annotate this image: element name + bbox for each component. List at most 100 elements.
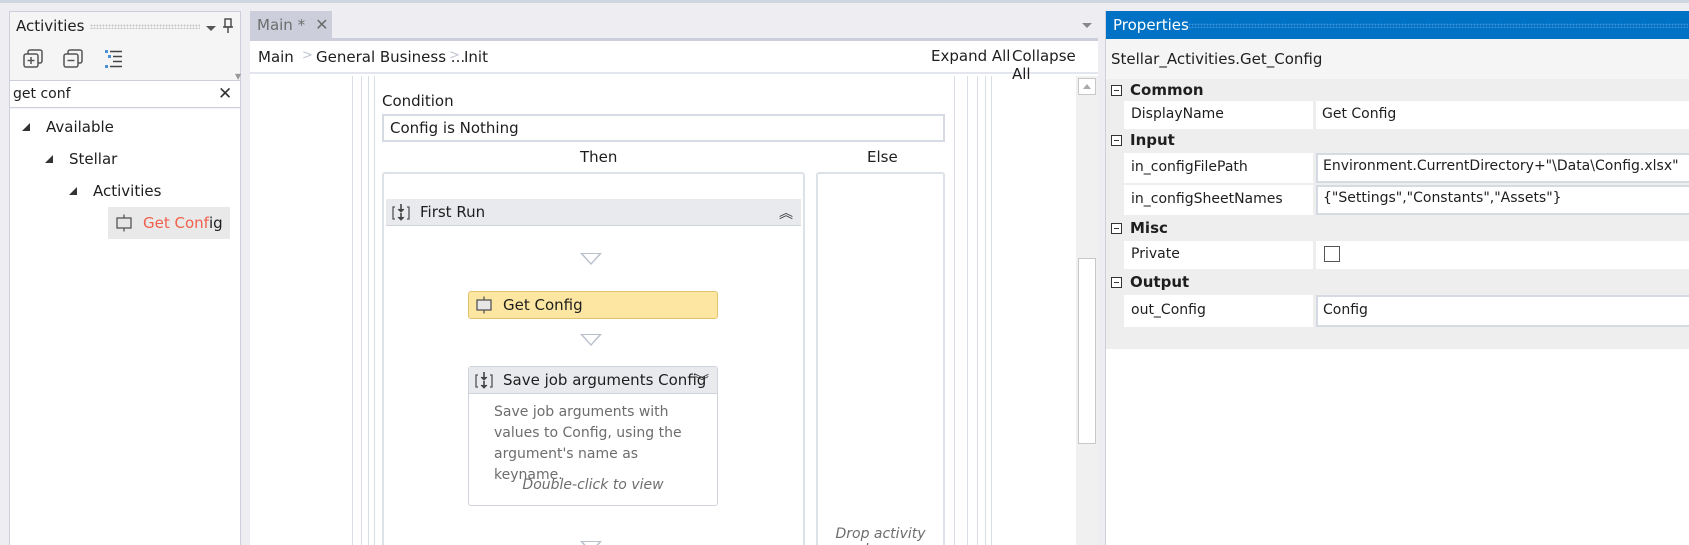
category-label: Common [1130,81,1204,99]
scroll-up-button[interactable] [1078,78,1096,95]
drop-target-icon[interactable] [580,334,602,346]
container-border-line [361,76,362,545]
else-label: Else [867,148,898,166]
category-misc: Misc [1106,217,1689,239]
property-row-in-configsheetnames: in_configSheetNames {"Settings","Constan… [1124,185,1689,215]
collapse-category-icon[interactable] [1111,222,1122,234]
selected-object-name: Stellar_Activities.Get_Config [1111,50,1323,68]
out-config-field[interactable]: Config [1316,295,1689,327]
expanded-triangle-icon[interactable] [45,155,53,163]
close-tab-icon[interactable]: ✕ [315,15,328,34]
expand-all-button[interactable]: Expand All [931,47,1010,65]
tree-node-label: Stellar [69,150,118,168]
displayname-field[interactable]: Get Config [1316,101,1689,129]
panel-drag-grip[interactable] [90,24,200,29]
container-border-line [368,76,369,545]
condition-input[interactable]: Config is Nothing [382,114,945,142]
panel-drag-grip[interactable] [1188,23,1688,28]
designer-canvas: Condition Config is Nothing Then Else Fi… [250,76,1076,545]
expanded-triangle-icon[interactable] [22,123,30,131]
tree-node-available[interactable]: Available [22,113,114,141]
tab-label: Main * [257,15,306,34]
expand-all-icon[interactable] [22,48,46,70]
workflow-designer: Main > General Business ... > Init Expan… [250,41,1098,545]
property-name: DisplayName [1131,106,1224,122]
properties-panel: Properties Stellar_Activities.Get_Config… [1105,11,1689,545]
category-label: Output [1130,273,1190,291]
double-click-hint: Double-click to view [522,477,664,493]
property-grid: Common DisplayName Get Config Input in_c… [1106,79,1689,349]
collapse-category-icon[interactable] [1111,134,1122,146]
tab-main[interactable]: Main * ✕ [250,11,332,38]
tree-node-label: Activities [93,182,162,200]
activities-tree: Available Stellar Activities Get Conf ig [10,109,240,545]
property-row-out-config: out_Config Config [1124,295,1689,327]
collapse-category-icon[interactable] [1111,276,1122,288]
breadcrumb-separator: > [449,48,460,63]
category-output: Output [1106,271,1689,293]
column-divider[interactable] [1313,241,1316,269]
properties-panel-header: Properties [1106,11,1689,39]
activities-panel-title: Activities [16,17,85,35]
container-border-line [991,76,992,545]
show-tree-icon[interactable] [102,48,126,70]
collapse-all-icon[interactable] [62,48,86,70]
drop-activity-hint: Drop activity here [835,526,926,545]
pin-icon[interactable] [223,18,233,34]
search-match-text: Get Conf [143,214,209,232]
activities-search-input[interactable] [10,81,200,107]
else-branch[interactable]: Drop activity here [816,172,945,545]
container-border-line [352,76,353,545]
property-row-private: Private [1124,241,1689,269]
expanded-triangle-icon[interactable] [69,187,77,195]
clear-search-icon[interactable]: ✕ [218,84,232,104]
scrollbar-thumb[interactable] [1078,258,1096,444]
expand-chevron-icon[interactable]: ︾ [695,371,709,391]
tree-node-activities[interactable]: Activities [69,177,161,205]
activity-get-config[interactable]: Get Config [468,291,718,319]
then-label: Then [580,148,618,166]
container-border-line [977,76,978,545]
properties-subject: Stellar_Activities.Get_Config [1106,39,1689,79]
tree-node-stellar[interactable]: Stellar [45,145,117,173]
in-configsheetnames-field[interactable]: {"Settings","Constants","Assets"} [1316,185,1689,215]
category-label: Misc [1130,219,1168,237]
property-name: in_configSheetNames [1131,191,1283,207]
panel-menu-dropdown-icon[interactable] [206,26,216,31]
drop-target-icon[interactable] [580,541,602,545]
search-rest-text: ig [208,214,223,232]
container-border-line [967,76,968,545]
window-top-border [0,0,1689,3]
activity-save-job-arguments[interactable]: Save job arguments Config ︾ Save job arg… [468,366,718,506]
private-checkbox[interactable] [1324,246,1340,262]
drop-target-icon[interactable] [580,253,602,265]
activity-title: Get Config [503,296,583,314]
properties-panel-title: Properties [1113,16,1189,34]
sequence-icon [392,204,410,221]
category-common: Common [1106,79,1689,101]
activity-icon [116,214,132,232]
tree-node-get-config[interactable]: Get Conf ig [108,207,230,239]
activities-search-box: ✕ [10,80,240,108]
save-job-description: Save job arguments with values to Config… [494,404,682,483]
tab-list-dropdown-icon[interactable] [1082,23,1092,28]
category-label: Input [1130,131,1175,149]
breadcrumb-init[interactable]: Init [464,48,488,66]
designer-vertical-scrollbar[interactable] [1076,76,1098,545]
tree-node-label: Available [46,118,114,136]
sequence-header-first-run[interactable]: First Run ︽ [386,199,801,226]
then-branch: First Run ︽ Get Config Save job argument… [382,172,805,545]
collapse-chevron-icon[interactable]: ︽ [779,203,793,223]
breadcrumb-general-business[interactable]: General Business ... [316,48,465,66]
sequence-icon [475,372,493,389]
save-job-header: Save job arguments Config ︾ [469,367,717,394]
in-configfilepath-field[interactable]: Environment.CurrentDirectory+"\Data\Conf… [1316,153,1689,183]
sequence-title: First Run [420,203,486,221]
breadcrumb-main[interactable]: Main [258,48,294,66]
container-border-line [954,76,955,545]
activity-icon [476,296,492,314]
collapse-category-icon[interactable] [1111,84,1122,96]
property-name: in_configFilePath [1131,159,1248,175]
property-row-in-configfilepath: in_configFilePath Environment.CurrentDir… [1124,153,1689,183]
activities-panel: Activities ▼ ✕ Available [9,11,241,545]
